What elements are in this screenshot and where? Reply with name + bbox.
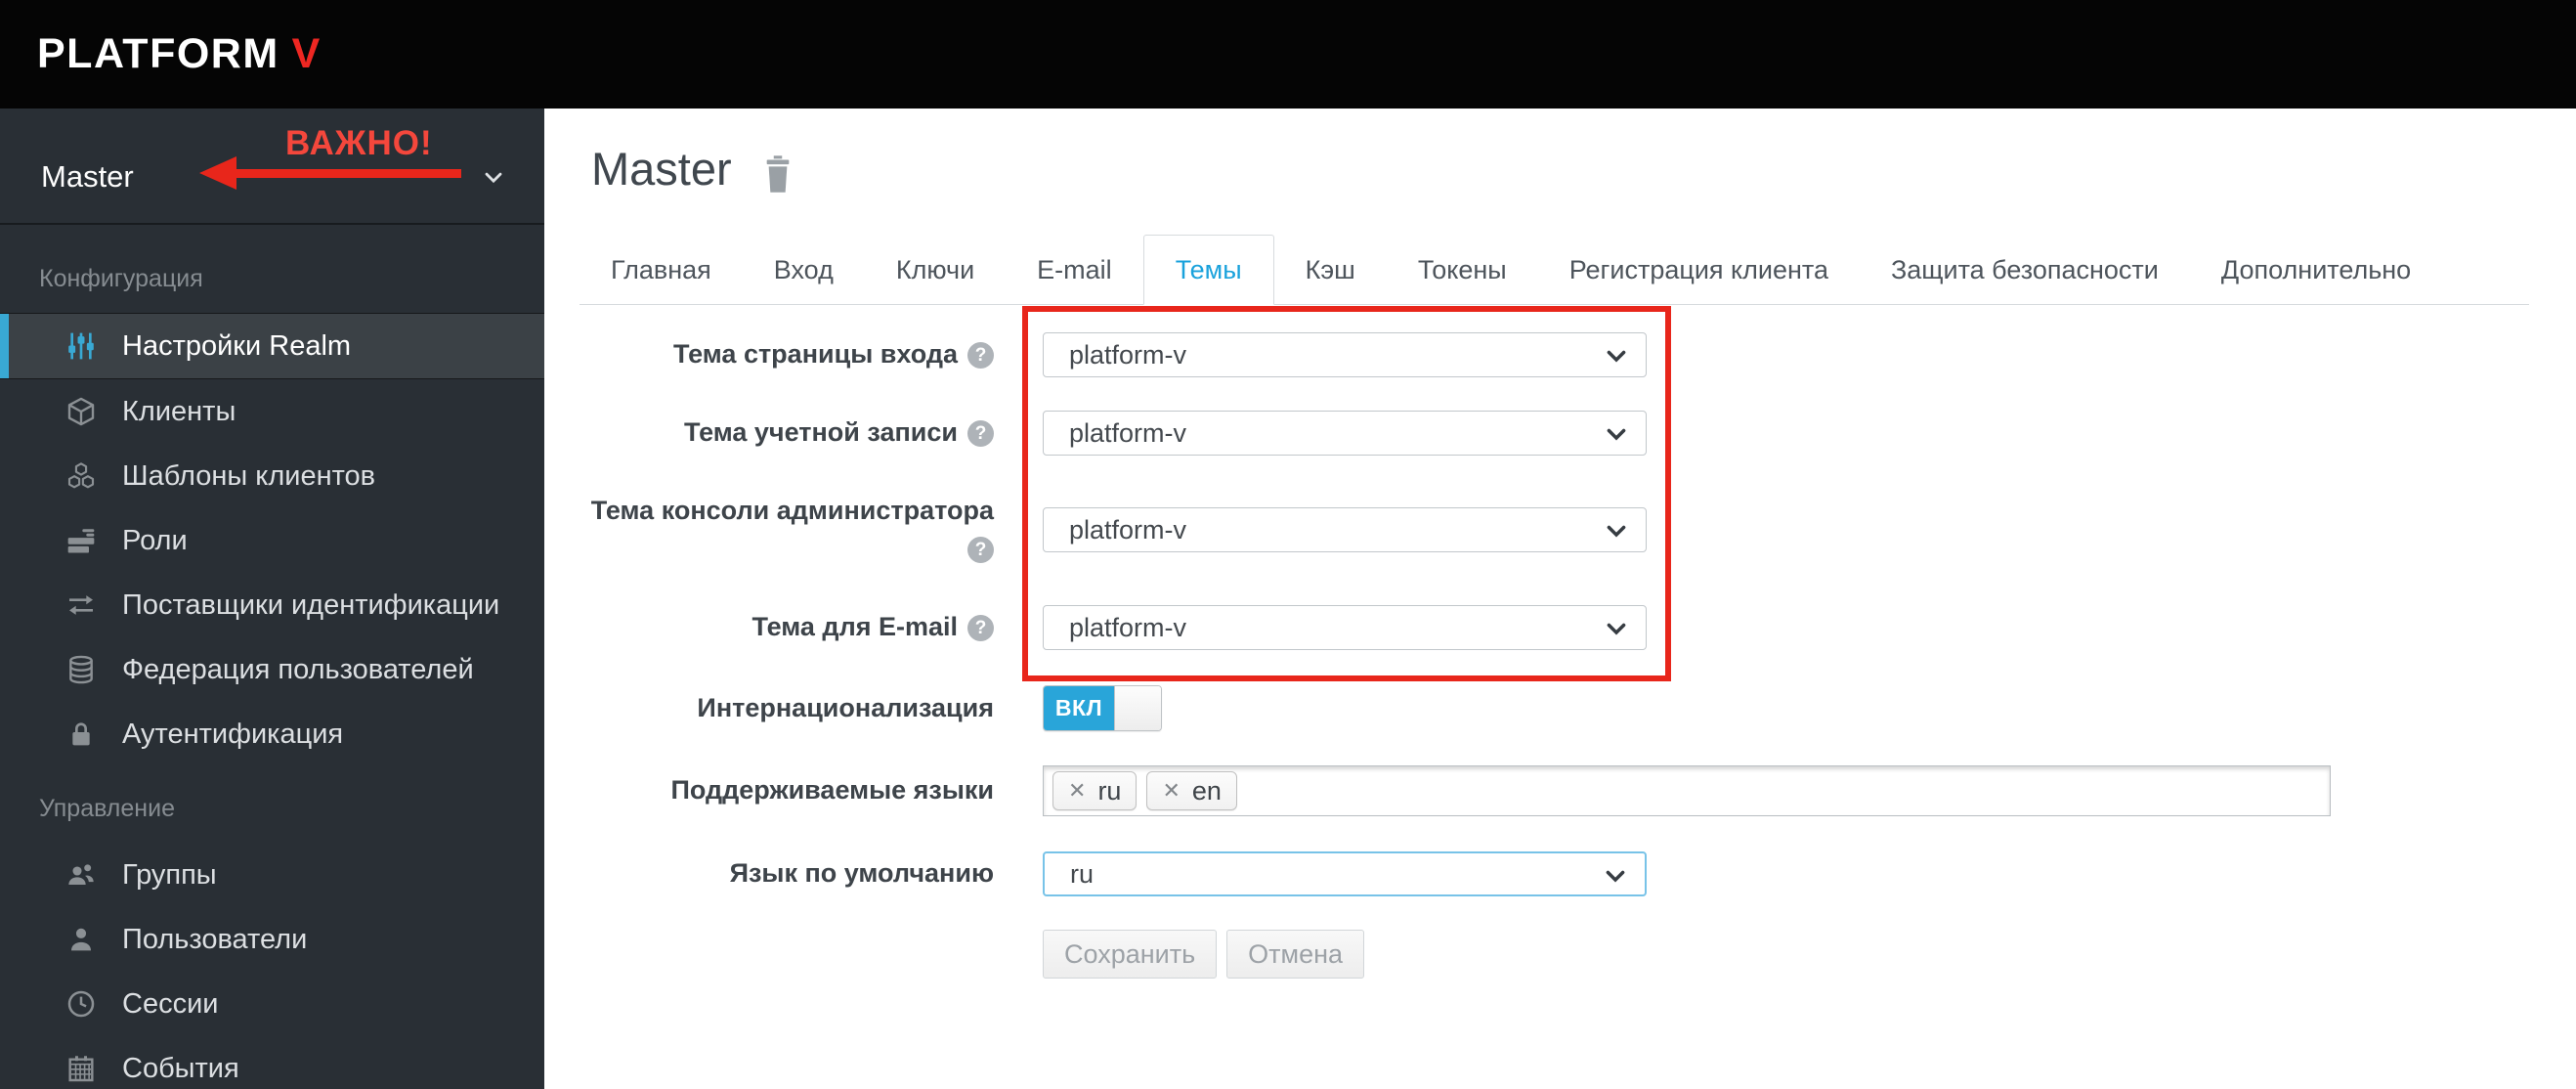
admin-console-theme-value: platform-v bbox=[1069, 514, 1187, 544]
sidebar-item-label: Шаблоны клиентов bbox=[122, 459, 376, 492]
sidebar-item-authentication[interactable]: Аутентификация bbox=[0, 702, 544, 766]
sidebar-item-label: Настройки Realm bbox=[122, 329, 352, 362]
page-title: Master bbox=[591, 143, 732, 195]
sidebar-item-groups[interactable]: Группы bbox=[0, 843, 544, 907]
sliders-icon bbox=[64, 329, 98, 363]
chevron-down-icon bbox=[1602, 862, 1629, 890]
sidebar-item-label: Сессии bbox=[122, 987, 219, 1020]
tab-tokens[interactable]: Токены bbox=[1387, 236, 1538, 304]
login-theme-label: Тема страницы входа bbox=[583, 335, 994, 373]
sidebar-item-identity-providers[interactable]: Поставщики идентификации bbox=[0, 573, 544, 637]
sidebar-item-label: Клиенты bbox=[122, 395, 236, 427]
chevron-down-icon bbox=[1603, 342, 1630, 370]
tab-general[interactable]: Главная bbox=[580, 236, 743, 304]
sidebar-item-events[interactable]: События bbox=[0, 1036, 544, 1089]
save-button[interactable]: Сохранить bbox=[1043, 930, 1218, 979]
database-icon bbox=[64, 653, 98, 686]
default-locale-select[interactable]: ru bbox=[1043, 851, 1647, 896]
admin-console-theme-select[interactable]: platform-v bbox=[1043, 507, 1647, 553]
cube-icon bbox=[64, 395, 98, 428]
sidebar-item-client-templates[interactable]: Шаблоны клиентов bbox=[0, 444, 544, 508]
tab-login[interactable]: Вход bbox=[743, 236, 865, 304]
locale-tag-ru: ru bbox=[1052, 771, 1138, 810]
app-window: PLATFORM V Master ВАЖНО! Конфигурация На… bbox=[0, 0, 2576, 1089]
tab-client-registration[interactable]: Регистрация клиента bbox=[1538, 236, 1860, 304]
user-icon bbox=[64, 923, 98, 956]
logo-primary-text: PLATFORM bbox=[37, 30, 279, 77]
users-icon bbox=[64, 858, 98, 892]
cubes-icon bbox=[64, 459, 98, 493]
tab-email[interactable]: E-mail bbox=[1006, 236, 1143, 304]
help-icon[interactable] bbox=[967, 615, 994, 642]
supported-locales-input[interactable]: ru en bbox=[1043, 765, 2331, 816]
toggle-knob bbox=[1114, 686, 1161, 730]
help-icon[interactable] bbox=[967, 342, 994, 370]
sidebar-item-roles[interactable]: Роли bbox=[0, 508, 544, 573]
sidebar-item-label: Федерация пользователей bbox=[122, 653, 474, 685]
help-icon[interactable] bbox=[967, 420, 994, 448]
sidebar-item-label: События bbox=[122, 1052, 239, 1084]
platform-v-logo: PLATFORM V bbox=[37, 0, 322, 109]
sidebar-item-label: Аутентификация bbox=[122, 718, 344, 750]
email-theme-select[interactable]: platform-v bbox=[1043, 605, 1647, 650]
chevron-down-icon bbox=[1603, 517, 1630, 544]
account-theme-label: Тема учетной записи bbox=[583, 414, 994, 452]
remove-tag-icon[interactable] bbox=[1068, 778, 1086, 804]
chevron-down-icon[interactable] bbox=[480, 163, 507, 191]
internationalization-label: Интернационализация bbox=[697, 692, 994, 722]
email-theme-label: Тема для E-mail bbox=[583, 608, 994, 646]
realm-name: Master bbox=[41, 159, 134, 194]
tab-cache[interactable]: Кэш bbox=[1274, 236, 1387, 304]
sidebar-item-sessions[interactable]: Сессии bbox=[0, 972, 544, 1036]
remove-tag-icon[interactable] bbox=[1162, 778, 1180, 804]
internationalization-toggle[interactable]: ВКЛ bbox=[1043, 685, 1162, 731]
important-annotation: ВАЖНО! bbox=[285, 124, 433, 162]
sidebar-item-label: Поставщики идентификации bbox=[122, 588, 500, 621]
realm-selector[interactable]: Master ВАЖНО! bbox=[0, 109, 544, 225]
tab-themes[interactable]: Темы bbox=[1142, 235, 1274, 305]
chevron-down-icon bbox=[1603, 420, 1630, 448]
chevron-down-icon bbox=[1603, 615, 1630, 642]
tab-advanced[interactable]: Дополнительно bbox=[2190, 236, 2442, 304]
default-locale-value: ru bbox=[1070, 858, 1095, 889]
tab-bar: Главная Вход Ключи E-mail Темы Кэш Токен… bbox=[580, 234, 2529, 305]
sidebar-item-clients[interactable]: Клиенты bbox=[0, 379, 544, 444]
tab-security-defenses[interactable]: Защита безопасности bbox=[1860, 236, 2190, 304]
annotation-arrow bbox=[235, 169, 461, 178]
logo-accent-text: V bbox=[291, 30, 322, 77]
email-theme-value: platform-v bbox=[1069, 612, 1187, 642]
account-theme-value: platform-v bbox=[1069, 417, 1187, 448]
trash-icon[interactable] bbox=[761, 154, 794, 194]
sidebar-section-manage: Управление bbox=[39, 795, 175, 822]
login-theme-value: platform-v bbox=[1069, 339, 1187, 370]
sidebar-item-users[interactable]: Пользователи bbox=[0, 907, 544, 972]
sidebar-item-user-federation[interactable]: Федерация пользователей bbox=[0, 637, 544, 702]
help-icon[interactable] bbox=[967, 537, 994, 564]
locale-tag-en: en bbox=[1146, 771, 1237, 810]
main-content: Master Главная Вход Ключи E-mail Темы Кэ… bbox=[544, 109, 2576, 1089]
calendar-icon bbox=[64, 1052, 98, 1085]
supported-locales-label: Поддерживаемые языки bbox=[670, 775, 994, 806]
login-theme-select[interactable]: platform-v bbox=[1043, 332, 1647, 377]
annotation-arrow-head bbox=[199, 156, 236, 190]
cancel-button[interactable]: Отмена bbox=[1226, 930, 1365, 979]
clock-icon bbox=[64, 987, 98, 1021]
roles-icon bbox=[64, 524, 98, 557]
sidebar-section-configuration: Конфигурация bbox=[39, 265, 203, 292]
sidebar-item-label: Роли bbox=[122, 524, 188, 556]
exchange-icon bbox=[64, 588, 98, 622]
account-theme-select[interactable]: platform-v bbox=[1043, 411, 1647, 456]
top-bar: PLATFORM V bbox=[0, 0, 2576, 109]
default-locale-label: Язык по умолчанию bbox=[729, 858, 994, 889]
sidebar-item-label: Пользователи bbox=[122, 923, 308, 955]
sidebar: Master ВАЖНО! Конфигурация Настройки Rea… bbox=[0, 109, 544, 1089]
toggle-on-label: ВКЛ bbox=[1044, 686, 1114, 730]
lock-icon bbox=[64, 718, 98, 751]
admin-console-theme-label: Тема консоли администратора bbox=[583, 492, 994, 568]
sidebar-item-label: Группы bbox=[122, 858, 217, 891]
sidebar-item-realm-settings[interactable]: Настройки Realm bbox=[0, 313, 544, 379]
tab-keys[interactable]: Ключи bbox=[865, 236, 1006, 304]
